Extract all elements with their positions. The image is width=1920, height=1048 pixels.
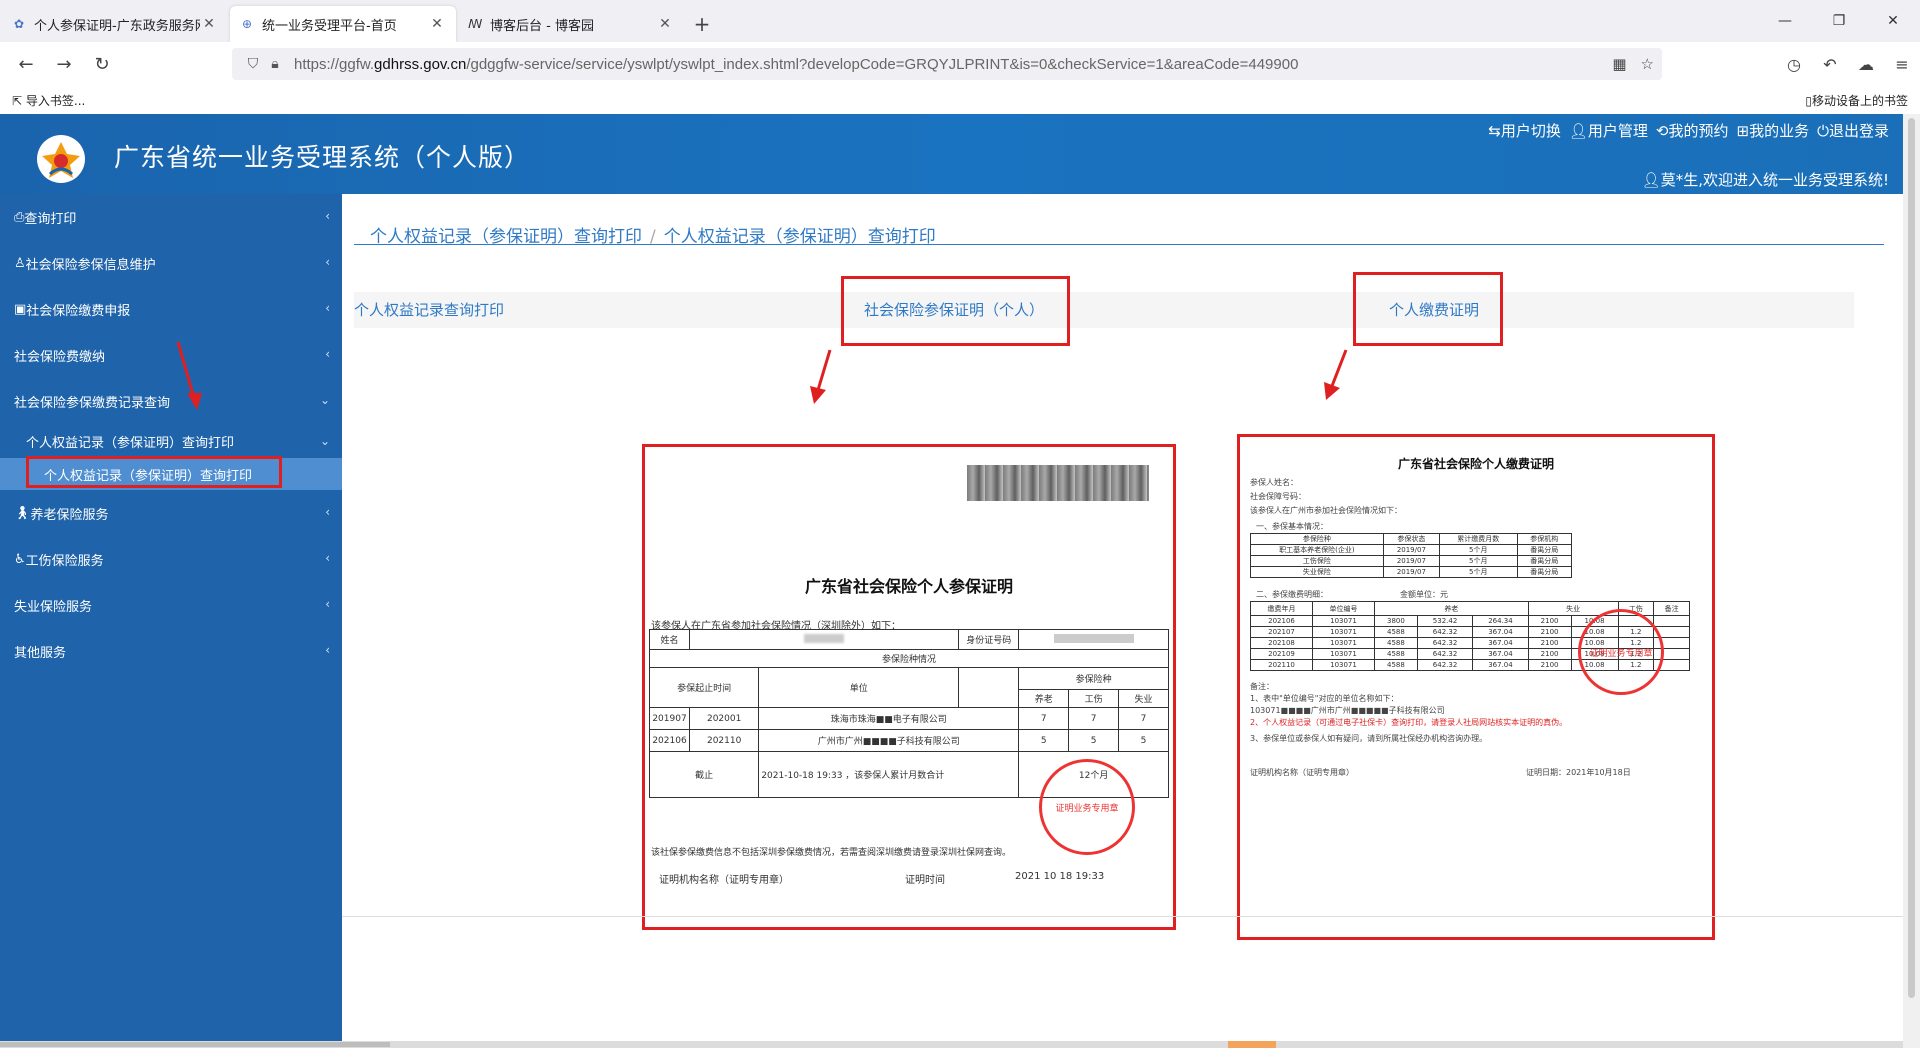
app-title: 广东省统一业务受理系统（个人版） <box>114 143 531 172</box>
lock-icon: 🔒︎ <box>271 56 279 72</box>
annotation-arrow-doc1 <box>810 349 832 404</box>
sidebar-item-injury[interactable]: ♿︎ 工伤保险服务 ‹ <box>0 536 342 582</box>
vertical-scrollbar[interactable] <box>1903 114 1920 1048</box>
chevron-left-icon: ‹ <box>325 643 330 657</box>
chevron-left-icon: ‹ <box>325 347 330 361</box>
annotation-arrow-sidebar <box>176 341 202 410</box>
function-tabs: 个人权益记录查询打印 社会保险参保证明（个人） 个人缴费证明 <box>354 292 1854 328</box>
welcome-text: 👤︎莫*生,欢迎进入统一业务受理系统! <box>1641 171 1889 189</box>
shield-icon: ⛉ <box>247 56 259 72</box>
payment-certificate-preview: 广东省社会保险个人缴费证明 参保人姓名： 社会保障号码： 该参保人在广州市参加社… <box>1237 434 1715 940</box>
browser-tab-3[interactable]: ꟿ 博客后台 - 博客园 ✕ <box>458 6 684 42</box>
annotation-box-sidebar <box>26 456 282 488</box>
globe-icon: ⊕ <box>241 17 253 31</box>
chevron-left-icon: ‹ <box>325 551 330 565</box>
bookmarks-bar: ⇱ 导入书签... ▯移动设备上的书签 <box>0 86 1920 114</box>
annotation-box-tab2 <box>841 276 1070 346</box>
chevron-left-icon: ‹ <box>325 301 330 315</box>
sidebar-item-fee-payment[interactable]: 社会保险费缴纳 ‹ <box>0 332 342 378</box>
browser-navbar: ← → ↻ ⛉ 🔒︎ https://ggfw.gdhrss.gov.cn/gd… <box>0 42 1920 86</box>
user-icon: ♙ <box>14 255 26 271</box>
insurance-certificate-preview: 广东省社会保险个人参保证明 该参保人在广东省参加社会保险情况（深圳除外）如下： … <box>642 444 1176 930</box>
doc-title: 广东省社会保险个人缴费证明 <box>1397 457 1554 471</box>
annotation-box-tab3 <box>1353 272 1503 346</box>
url-text: https://ggfw.gdhrss.gov.cn/gdggfw-servic… <box>294 55 1299 73</box>
sidebar-item-query-print[interactable]: ⎙ 查询打印 ‹ <box>0 194 342 240</box>
sidebar-sub-rights-record[interactable]: 个人权益记录（参保证明）查询打印 ⌄ <box>0 424 342 458</box>
top-menu: ⇆用户切换 👤︎用户管理 ⟲我的预约 ⊞我的业务 ⏻退出登录 <box>1488 120 1889 141</box>
logout-link[interactable]: ⏻退出登录 <box>1817 120 1889 141</box>
undo-icon[interactable]: ↶ <box>1812 55 1848 74</box>
browser-tabbar: ✿ 个人参保证明-广东政务服务网 ✕ ⊕ 统一业务受理平台-首页 ✕ ꟿ 博客后… <box>0 0 1920 42</box>
menu-icon[interactable]: ≡ <box>1884 55 1920 74</box>
print-icon: ⎙ <box>14 209 25 225</box>
main-content: 个人权益记录（参保证明）查询打印 / 个人权益记录（参保证明）查询打印 个人权益记录… <box>342 194 1903 1044</box>
walk-icon: 🚶︎ <box>14 505 31 521</box>
my-business-link[interactable]: ⊞我的业务 <box>1737 120 1810 141</box>
star-icon[interactable]: ☆ <box>1641 55 1654 73</box>
switch-user-link[interactable]: ⇆用户切换 <box>1488 120 1561 141</box>
horizontal-scrollbar[interactable] <box>0 1041 1903 1048</box>
tab-label: 统一业务受理平台-首页 <box>262 18 397 34</box>
chevron-down-icon: ⌄ <box>319 434 330 448</box>
app-header: 广东省统一业务受理系统（个人版） ⇆用户切换 👤︎用户管理 ⟲我的预约 ⊞我的业… <box>0 114 1903 194</box>
gov-icon: ✿ <box>13 17 25 31</box>
basic-info-table: 参保险种 参保状态 累计缴费月数 参保机构 职工基本养老保险(企业) 2019/07 5个… <box>1250 533 1573 578</box>
browser-tab-1[interactable]: ✿ 个人参保证明-广东政务服务网 ✕ <box>2 6 228 42</box>
user-manage-link[interactable]: 👤︎用户管理 <box>1569 120 1648 141</box>
forward-icon[interactable]: → <box>46 46 82 82</box>
close-icon[interactable]: ✕ <box>200 16 218 32</box>
chevron-left-icon: ‹ <box>325 597 330 611</box>
wheelchair-icon: ♿︎ <box>14 551 26 567</box>
tab-label: 个人参保证明-广东政务服务网 <box>34 18 200 34</box>
doc-title: 广东省社会保险个人参保证明 <box>804 577 1013 596</box>
sidebar-item-payment-declare[interactable]: ▣ 社会保险缴费申报 ‹ <box>0 286 342 332</box>
sidebar: ⎙ 查询打印 ‹ ♙ 社会保险参保信息维护 ‹ ▣ 社会保险缴费申报 ‹ 社会保险费缴… <box>0 194 342 1048</box>
barcode-redacted <box>967 465 1149 501</box>
sidebar-item-pension[interactable]: 🚶︎ 养老保险服务 ‹ <box>0 490 342 536</box>
back-icon[interactable]: ← <box>8 46 44 82</box>
window-controls: — ❐ ✕ <box>1758 0 1920 42</box>
official-seal-1: 证明业务专用章 <box>1039 759 1135 855</box>
close-icon[interactable]: ✕ <box>428 16 446 32</box>
sidebar-item-info-maintain[interactable]: ♙ 社会保险参保信息维护 ‹ <box>0 240 342 286</box>
tab-rights-record[interactable]: 个人权益记录查询打印 <box>354 292 504 328</box>
reload-icon[interactable]: ↻ <box>84 46 120 82</box>
history-icon[interactable]: ◷ <box>1776 55 1812 74</box>
blog-icon: ꟿ <box>468 17 483 31</box>
sidebar-item-other[interactable]: 其他服务 ‹ <box>0 628 342 674</box>
chevron-left-icon: ‹ <box>325 209 330 223</box>
tab-label: 博客后台 - 博客园 <box>490 18 594 34</box>
close-window-icon[interactable]: ✕ <box>1866 0 1920 42</box>
chevron-down-icon: ⌄ <box>319 393 330 407</box>
close-icon[interactable]: ✕ <box>656 16 674 32</box>
logo-icon <box>37 135 85 183</box>
import-bookmarks-link[interactable]: ⇱ 导入书签... <box>12 92 85 109</box>
browser-tab-2[interactable]: ⊕ 统一业务受理平台-首页 ✕ <box>230 6 456 42</box>
annotation-arrow-doc2 <box>1324 349 1348 400</box>
new-tab-button[interactable]: + <box>684 6 720 42</box>
minimize-icon[interactable]: — <box>1758 0 1812 42</box>
address-bar[interactable]: ⛉ 🔒︎ https://ggfw.gdhrss.gov.cn/gdggfw-s… <box>232 48 1662 80</box>
mobile-bookmarks-link[interactable]: ▯移动设备上的书签 <box>1805 92 1908 109</box>
restore-icon[interactable]: ❐ <box>1812 0 1866 42</box>
chevron-left-icon: ‹ <box>325 255 330 269</box>
qr-code-icon[interactable]: ▦ <box>1612 55 1626 73</box>
my-booking-link[interactable]: ⟲我的预约 <box>1656 120 1729 141</box>
official-seal-2: 证明业务专用章 <box>1578 609 1664 695</box>
sidebar-item-record-query[interactable]: 社会保险参保缴费记录查询 ⌄ <box>0 378 342 424</box>
card-icon: ▣ <box>14 301 27 317</box>
sidebar-item-unemployment[interactable]: 失业保险服务 ‹ <box>0 582 342 628</box>
sync-icon[interactable]: ☁ <box>1848 55 1884 74</box>
chevron-left-icon: ‹ <box>325 505 330 519</box>
